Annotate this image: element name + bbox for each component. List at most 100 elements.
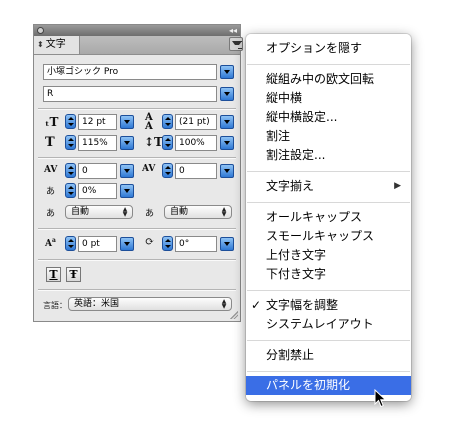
rotation-icon: ⟳ [145, 235, 155, 248]
tab-options-icon: ⬍ [37, 40, 44, 49]
baseline-shift-dropdown[interactable] [120, 237, 134, 251]
font-size-value: 12 pt [82, 117, 106, 127]
aki-left-icon: あ [46, 209, 56, 219]
warichu-label: Ŧ [69, 268, 78, 281]
aki-right-popup[interactable]: 自動 ▲ ▼ [164, 205, 232, 219]
tracking-field[interactable]: 0 [175, 163, 217, 179]
font-family-field[interactable]: 小塚ゴシック Pro [43, 64, 217, 80]
menu-item-label: スモールキャップス [266, 229, 375, 243]
divider [38, 157, 236, 159]
baseline-shift-stepper[interactable] [65, 236, 76, 251]
close-icon[interactable] [37, 27, 44, 34]
kerning-field[interactable]: 0 [78, 163, 117, 179]
leading-dropdown[interactable] [220, 115, 234, 129]
vertical-scale-dropdown[interactable] [120, 136, 134, 150]
menu-item-label: システムレイアウト [266, 317, 374, 331]
tracking-dropdown[interactable] [220, 164, 234, 178]
language-popup[interactable]: 英語：米国 ▲ ▼ [68, 297, 232, 311]
font-family-value: 小塚ゴシック Pro [47, 67, 119, 77]
aki-right-icon: あ [145, 209, 155, 219]
horizontal-scale-field[interactable]: 100% [175, 135, 217, 151]
divider [38, 228, 236, 230]
menu-item-warichu-settings[interactable]: 割注設定... [246, 146, 411, 165]
font-style-dropdown[interactable] [220, 87, 234, 101]
baseline-shift-icon: Aa [45, 237, 56, 249]
kerning-icon: AV [44, 165, 58, 175]
menu-item-hide-options[interactable]: オプションを隠す [246, 39, 411, 58]
menu-item-rotate-roman[interactable]: 縦組み中の欧文回転 [246, 70, 411, 89]
language-label: 言語： [43, 301, 67, 310]
popup-arrows-icon: ▲ ▼ [122, 206, 128, 218]
font-style-value: R [47, 89, 54, 99]
menu-item-warichu[interactable]: 割注 [246, 127, 411, 146]
menu-item-label: 上付き文字 [266, 248, 327, 262]
menu-item-all-caps[interactable]: オールキャップス [246, 208, 411, 227]
font-size-stepper[interactable] [65, 114, 76, 129]
tsume-field[interactable]: 0% [78, 183, 117, 199]
menu-item-superscript[interactable]: 上付き文字 [246, 246, 411, 265]
aki-left-popup[interactable]: 自動 ▲ ▼ [65, 205, 133, 219]
vertical-scale-value: 115% [82, 138, 108, 148]
language-value: 英語：米国 [74, 299, 120, 309]
character-panel: ◂◂ ⬍ 文字 小塚ゴシック Pro R ₜT 12 pt AA (21 pt) … [33, 24, 243, 322]
tsume-icon: あ [46, 187, 56, 197]
menu-item-label: 分割禁止 [266, 348, 315, 362]
aki-right-value: 自動 [170, 207, 189, 217]
menu-item-no-break[interactable]: 分割禁止 [246, 346, 411, 365]
menu-item-label: 文字幅を調整 [266, 298, 339, 312]
kerning-dropdown[interactable] [120, 164, 134, 178]
font-size-dropdown[interactable] [120, 115, 134, 129]
menu-separator [247, 290, 410, 291]
font-family-dropdown[interactable] [220, 65, 234, 79]
menu-separator [247, 64, 410, 65]
tab-character-label: 文字 [45, 39, 66, 50]
menu-item-label: オールキャップス [266, 210, 363, 224]
leading-icon: AA [145, 112, 153, 132]
menu-item-label: 縦組み中の欧文回転 [266, 72, 375, 86]
rotation-field[interactable]: 0° [175, 236, 217, 252]
panel-titlebar[interactable]: ◂◂ [34, 25, 240, 36]
menu-item-tate-chu-yoko-settings[interactable]: 縦中横設定... [246, 108, 411, 127]
horizontal-scale-dropdown[interactable] [220, 136, 234, 150]
divider [38, 259, 236, 261]
tracking-stepper[interactable] [162, 163, 173, 178]
menu-item-label: 文字揃え [266, 179, 315, 193]
rotation-stepper[interactable] [162, 236, 173, 251]
rotation-dropdown[interactable] [220, 237, 234, 251]
tsume-stepper[interactable] [65, 183, 76, 198]
divider [38, 289, 236, 291]
menu-item-label: 割注 [266, 129, 291, 143]
vertical-scale-field[interactable]: 115% [78, 135, 117, 151]
resize-grip-icon[interactable] [230, 311, 238, 319]
menu-item-fractional-widths[interactable]: ✓ 文字幅を調整 [246, 296, 411, 315]
aki-left-value: 自動 [71, 207, 90, 217]
horizontal-scale-stepper[interactable] [162, 135, 173, 150]
leading-field[interactable]: (21 pt) [175, 114, 217, 130]
font-style-field[interactable]: R [43, 86, 217, 102]
font-size-icon: ₜT [45, 115, 59, 129]
tate-chu-yoko-button[interactable]: T [46, 267, 61, 282]
menu-item-label: オプションを隠す [266, 41, 363, 55]
tab-character[interactable]: ⬍ 文字 [34, 36, 80, 54]
divider [38, 108, 236, 110]
menu-separator [247, 340, 410, 341]
menu-separator [247, 171, 410, 172]
menu-item-label: パネルを初期化 [266, 378, 351, 392]
vertical-scale-stepper[interactable] [65, 135, 76, 150]
warichu-button[interactable]: Ŧ [66, 267, 81, 282]
rotation-value: 0° [179, 239, 190, 249]
menu-item-character-align[interactable]: 文字揃え ▶ [246, 177, 411, 196]
font-size-field[interactable]: 12 pt [78, 114, 117, 130]
menu-item-subscript[interactable]: 下付き文字 [246, 265, 411, 284]
menu-separator [247, 371, 410, 372]
kerning-stepper[interactable] [65, 163, 76, 178]
panel-tab-row: ⬍ 文字 [34, 36, 240, 55]
collapse-icon[interactable]: ◂◂ [229, 25, 237, 36]
leading-stepper[interactable] [162, 114, 173, 129]
tsume-dropdown[interactable] [120, 184, 134, 198]
menu-item-system-layout[interactable]: システムレイアウト [246, 315, 411, 334]
baseline-shift-field[interactable]: 0 pt [78, 236, 117, 252]
menu-item-small-caps[interactable]: スモールキャップス [246, 227, 411, 246]
panel-menu-button[interactable] [229, 37, 243, 51]
menu-item-tate-chu-yoko[interactable]: 縦中横 [246, 89, 411, 108]
